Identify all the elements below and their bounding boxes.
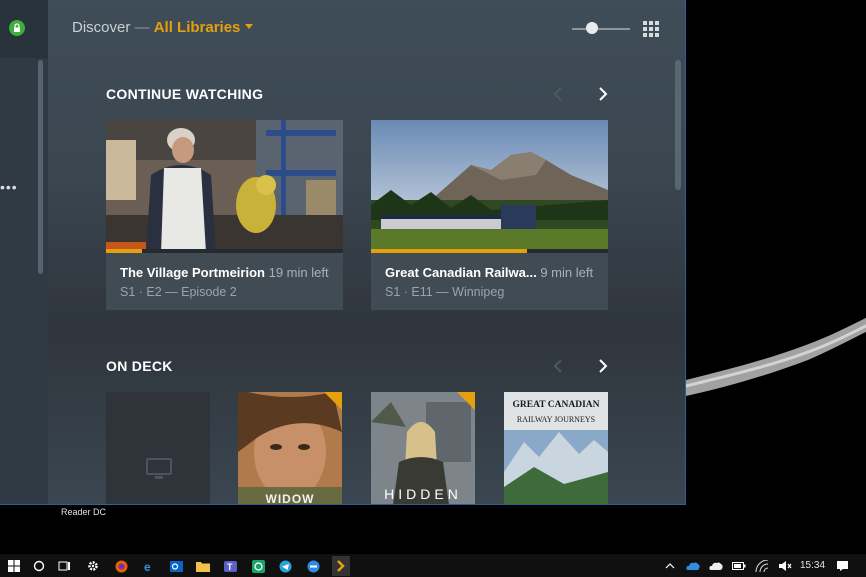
teams-icon[interactable]: T (222, 558, 238, 574)
desktop-wallpaper-branch (686, 317, 866, 396)
top-bar: Discover — All Libraries (48, 0, 685, 58)
watch-progress-bar (371, 249, 608, 253)
plex-window: ••• Discover — All Libraries CONTINUE WA… (0, 0, 686, 505)
battery-icon[interactable] (731, 558, 747, 574)
unwatched-ribbon (324, 392, 342, 410)
slider-handle[interactable] (586, 22, 598, 34)
continue-watching-card[interactable]: Great Canadian Railwa... 9 min left S1 ·… (371, 120, 608, 310)
on-deck-poster[interactable]: GREAT CANADIAN RAILWAY JOURNEYS (504, 392, 608, 504)
card-title-row: The Village Portmeirion 19 min left (120, 265, 329, 280)
settings-gear-icon[interactable] (85, 558, 101, 574)
svg-text:e: e (144, 560, 151, 573)
poster-size-slider[interactable] (572, 22, 630, 34)
chevron-left-icon[interactable] (552, 86, 564, 102)
on-deck-heading: ON DECK (106, 358, 173, 374)
card-episode: S1 · E11 — Winnipeg (385, 285, 505, 299)
svg-text:T: T (227, 562, 233, 572)
on-deck-poster[interactable]: WIDOW (238, 392, 342, 505)
taskbar: e T 15:34 (0, 554, 866, 577)
plex-taskbar-icon[interactable] (332, 556, 350, 576)
on-deck-poster[interactable] (106, 392, 210, 504)
edge-icon[interactable]: e (141, 558, 157, 574)
sidebar-scrollbar[interactable] (38, 60, 43, 274)
windows-start-icon[interactable] (6, 558, 22, 574)
progress-fill (371, 249, 528, 253)
page-title: Discover — All Libraries (72, 19, 254, 36)
lock-icon[interactable] (9, 20, 25, 36)
firefox-icon[interactable] (113, 558, 129, 574)
chevron-left-icon[interactable] (552, 358, 564, 374)
card-episode: S1 · E2 — Episode 2 (120, 285, 237, 299)
library-dropdown[interactable]: All Libraries (154, 19, 254, 36)
desktop-background (686, 0, 866, 554)
discover-label: Discover (72, 19, 131, 36)
poster-title: HIDDEN (384, 486, 462, 502)
grid-view-icon[interactable] (643, 21, 659, 37)
continue-watching-card[interactable]: The Village Portmeirion 19 min left S1 ·… (106, 120, 343, 310)
main-scrollbar[interactable] (675, 60, 681, 190)
unwatched-ribbon (457, 392, 475, 410)
caret-down-icon (245, 24, 254, 29)
cloud-icon[interactable] (708, 558, 724, 574)
tv-placeholder-icon (146, 458, 172, 479)
onedrive-icon[interactable] (685, 558, 701, 574)
taskbar-clock[interactable]: 15:34 (800, 560, 825, 571)
task-view-icon[interactable] (57, 558, 73, 574)
on-deck-poster[interactable]: HIDDEN (371, 392, 475, 504)
volume-muted-icon[interactable] (777, 558, 793, 574)
whatsapp-icon[interactable] (250, 558, 266, 574)
card-title-row: Great Canadian Railwa... 9 min left (385, 265, 593, 280)
poster-title-top: GREAT CANADIAN (512, 400, 600, 410)
chevron-right-icon[interactable] (597, 358, 609, 374)
card-thumbnail (106, 120, 343, 253)
sidebar: ••• (0, 0, 48, 504)
time-left: 9 min left (540, 265, 594, 280)
watch-progress-bar (106, 249, 343, 253)
progress-fill (106, 249, 142, 253)
continue-watching-heading: CONTINUE WATCHING (106, 86, 264, 102)
time-left: 19 min left (268, 265, 329, 280)
card-thumbnail (371, 120, 608, 253)
telegram-icon[interactable] (277, 558, 293, 574)
card-title: The Village Portmeirion (120, 265, 265, 280)
tray-chevron-up-icon[interactable] (662, 558, 678, 574)
library-label: All Libraries (153, 19, 241, 36)
more-options-icon[interactable]: ••• (0, 180, 18, 194)
poster-title-bottom: RAILWAY JOURNEYS (516, 415, 596, 424)
chevron-right-icon[interactable] (597, 86, 609, 102)
chat-app-icon[interactable] (305, 558, 321, 574)
title-separator: — (134, 19, 150, 36)
outlook-icon[interactable] (168, 558, 184, 574)
card-title: Great Canadian Railwa... (385, 265, 537, 280)
action-center-icon[interactable] (834, 558, 850, 574)
wifi-icon[interactable] (754, 558, 770, 574)
desktop-shortcut-label[interactable]: Reader DC (61, 507, 106, 517)
search-circle-icon[interactable] (31, 558, 47, 574)
file-explorer-icon[interactable] (195, 558, 211, 574)
poster-title: WIDOW (265, 492, 315, 505)
